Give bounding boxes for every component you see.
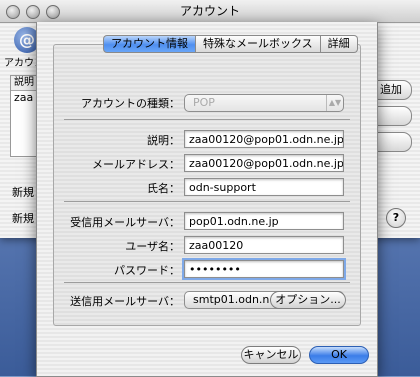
account-type-label: アカウントの種類： <box>81 97 180 110</box>
tab-advanced[interactable]: 詳細 <box>320 35 358 53</box>
account-info-panel: アカウントの種類： POP ▲▼ 説明： zaa00120@pop01.odn.… <box>53 44 361 326</box>
tab-special-mailboxes[interactable]: 特殊なメールボックス <box>196 35 321 53</box>
close-window-button[interactable] <box>6 5 20 19</box>
username-label: ユーザ名： <box>125 240 180 253</box>
window-controls <box>6 5 60 19</box>
window-title-bar: アカウント <box>0 0 420 23</box>
tab-account-info[interactable]: アカウント情報 <box>103 35 196 53</box>
full-name-label: 氏名： <box>147 182 180 195</box>
updown-arrow-icon: ▲▼ <box>326 95 343 111</box>
account-sheet: アカウント情報 特殊なメールボックス 詳細 アカウントの種類： POP ▲▼ 説… <box>36 22 378 377</box>
password-label: パスワード： <box>114 264 180 277</box>
description-field[interactable]: zaa00120@pop01.odn.ne.jp <box>184 130 344 148</box>
account-type-popup: POP ▲▼ <box>184 94 344 112</box>
password-field[interactable]: •••••••• <box>182 258 346 280</box>
new-label: 新規 <box>12 186 34 199</box>
tab-bar: アカウント情報 特殊なメールボックス 詳細 <box>103 35 358 53</box>
ok-button[interactable]: OK <box>309 346 369 364</box>
separator <box>64 201 350 202</box>
account-type-value: POP <box>193 96 215 109</box>
incoming-server-label: 受信用メールサーバ： <box>70 216 180 229</box>
cancel-button[interactable]: キャンセル <box>241 346 301 364</box>
help-icon[interactable]: ? <box>386 208 406 228</box>
full-name-field[interactable]: odn-support <box>184 178 344 196</box>
username-field[interactable]: zaa00120 <box>184 236 344 254</box>
email-label: メールアドレス： <box>92 158 180 171</box>
options-button[interactable]: オプション... <box>270 291 346 309</box>
incoming-server-field[interactable]: pop01.odn.ne.jp <box>184 212 344 230</box>
zoom-window-button[interactable] <box>46 5 60 19</box>
minimize-window-button[interactable] <box>26 5 40 19</box>
new-label-2: 新規 <box>12 212 34 225</box>
email-field[interactable]: zaa00120@pop01.odn.ne.jp <box>184 154 344 172</box>
description-label: 説明： <box>147 134 180 147</box>
window-title: アカウント <box>179 4 240 18</box>
outgoing-server-label: 送信用メールサーバ： <box>70 295 180 308</box>
separator <box>64 282 350 283</box>
separator <box>64 119 350 120</box>
